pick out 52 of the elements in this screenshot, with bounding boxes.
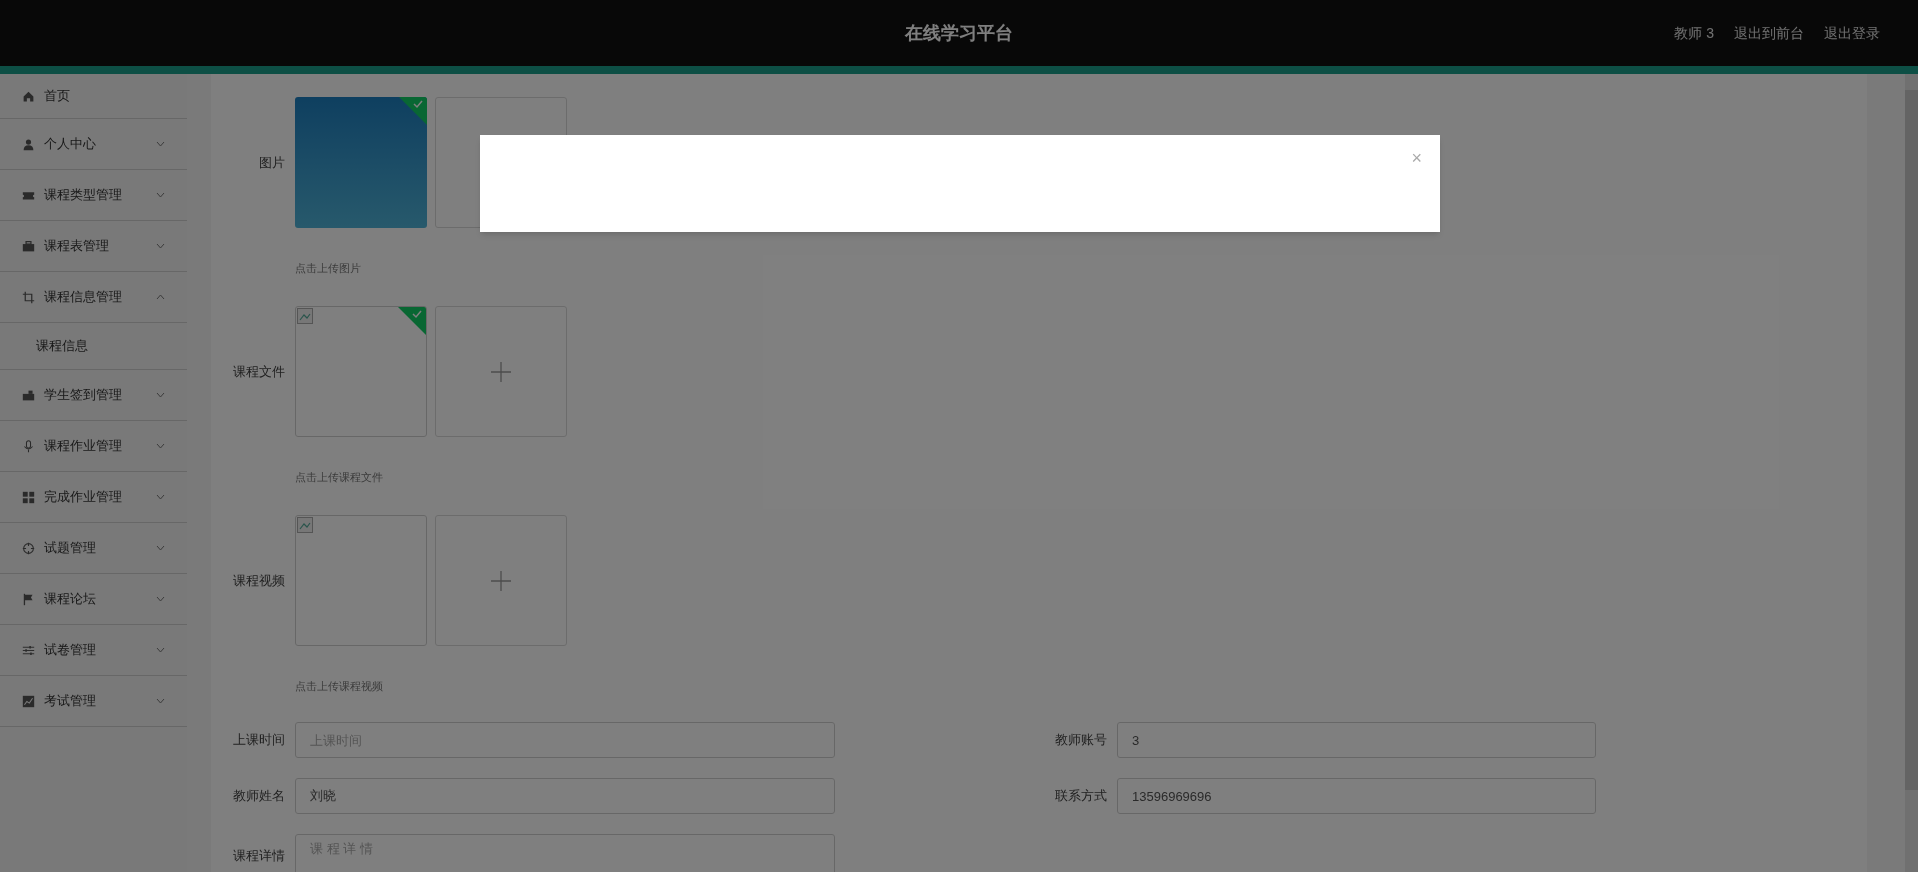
field-label: 课程详情: [232, 847, 286, 866]
plus-icon: [490, 569, 512, 592]
sidebar-item[interactable]: 学生签到管理: [0, 370, 187, 421]
sidebar-item[interactable]: 个人中心: [0, 119, 187, 170]
header-link[interactable]: 教师 3: [1674, 22, 1714, 44]
sidebar-item[interactable]: 课程作业管理: [0, 421, 187, 472]
header-link[interactable]: 退出登录: [1824, 22, 1880, 44]
input-field[interactable]: 刘晓: [295, 778, 835, 814]
field-label: 课程视频: [232, 571, 286, 590]
sidebar-item[interactable]: 完成作业管理: [0, 472, 187, 523]
input-field[interactable]: 3: [1117, 722, 1596, 758]
briefcase-icon: [22, 388, 35, 402]
upload-button[interactable]: [435, 515, 567, 646]
app-title: 在线学习平台: [905, 22, 1013, 43]
field-label: 图片: [258, 153, 286, 172]
field-label: 教师姓名: [232, 787, 286, 806]
sidebar-item[interactable]: 课程信息管理: [0, 272, 187, 323]
grid-icon: [22, 490, 35, 504]
chart-icon: [22, 694, 35, 708]
upload-button[interactable]: [435, 306, 567, 437]
header-link[interactable]: 退出到前台: [1734, 22, 1804, 44]
close-button[interactable]: ×: [1411, 149, 1422, 167]
sidebar-subitem[interactable]: 课程信息: [0, 327, 187, 365]
input-field[interactable]: 13596969696: [1117, 778, 1596, 814]
briefcase-icon: [22, 239, 35, 253]
field-label: 课程文件: [232, 362, 286, 381]
sidebar-item[interactable]: 试题管理: [0, 523, 187, 574]
upload-hint: 点击上传课程视频: [295, 680, 383, 692]
user-icon: [22, 137, 35, 151]
sidebar-item[interactable]: 课程表管理: [0, 221, 187, 272]
broken-image-icon: [297, 308, 313, 324]
plus-icon: [490, 360, 512, 383]
upload-hint: 点击上传课程文件: [295, 471, 383, 483]
photo-placeholder[interactable]: [295, 97, 427, 228]
flag-icon: [22, 592, 35, 606]
field-label: 上课时间: [232, 731, 286, 750]
uploaded-file-tile[interactable]: [295, 306, 427, 437]
sidebar-item[interactable]: 课程类型管理: [0, 170, 187, 221]
broken-image-icon: [297, 517, 313, 533]
uploaded-file-tile[interactable]: [295, 515, 427, 646]
upload-hint: 点击上传图片: [295, 262, 361, 274]
crosshair-icon: [22, 541, 35, 555]
sidebar-item[interactable]: 试卷管理: [0, 625, 187, 676]
house-icon: [22, 89, 35, 103]
field-label: 联系方式: [1054, 787, 1108, 806]
sidebar-item[interactable]: 考试管理: [0, 676, 187, 727]
field-label: 教师账号: [1054, 731, 1108, 750]
sidebar-item[interactable]: 首页: [0, 74, 187, 119]
sliders-icon: [22, 643, 35, 657]
sidebar-item[interactable]: 课程论坛: [0, 574, 187, 625]
crop-icon: [22, 290, 35, 304]
microphone-icon: [22, 439, 35, 453]
